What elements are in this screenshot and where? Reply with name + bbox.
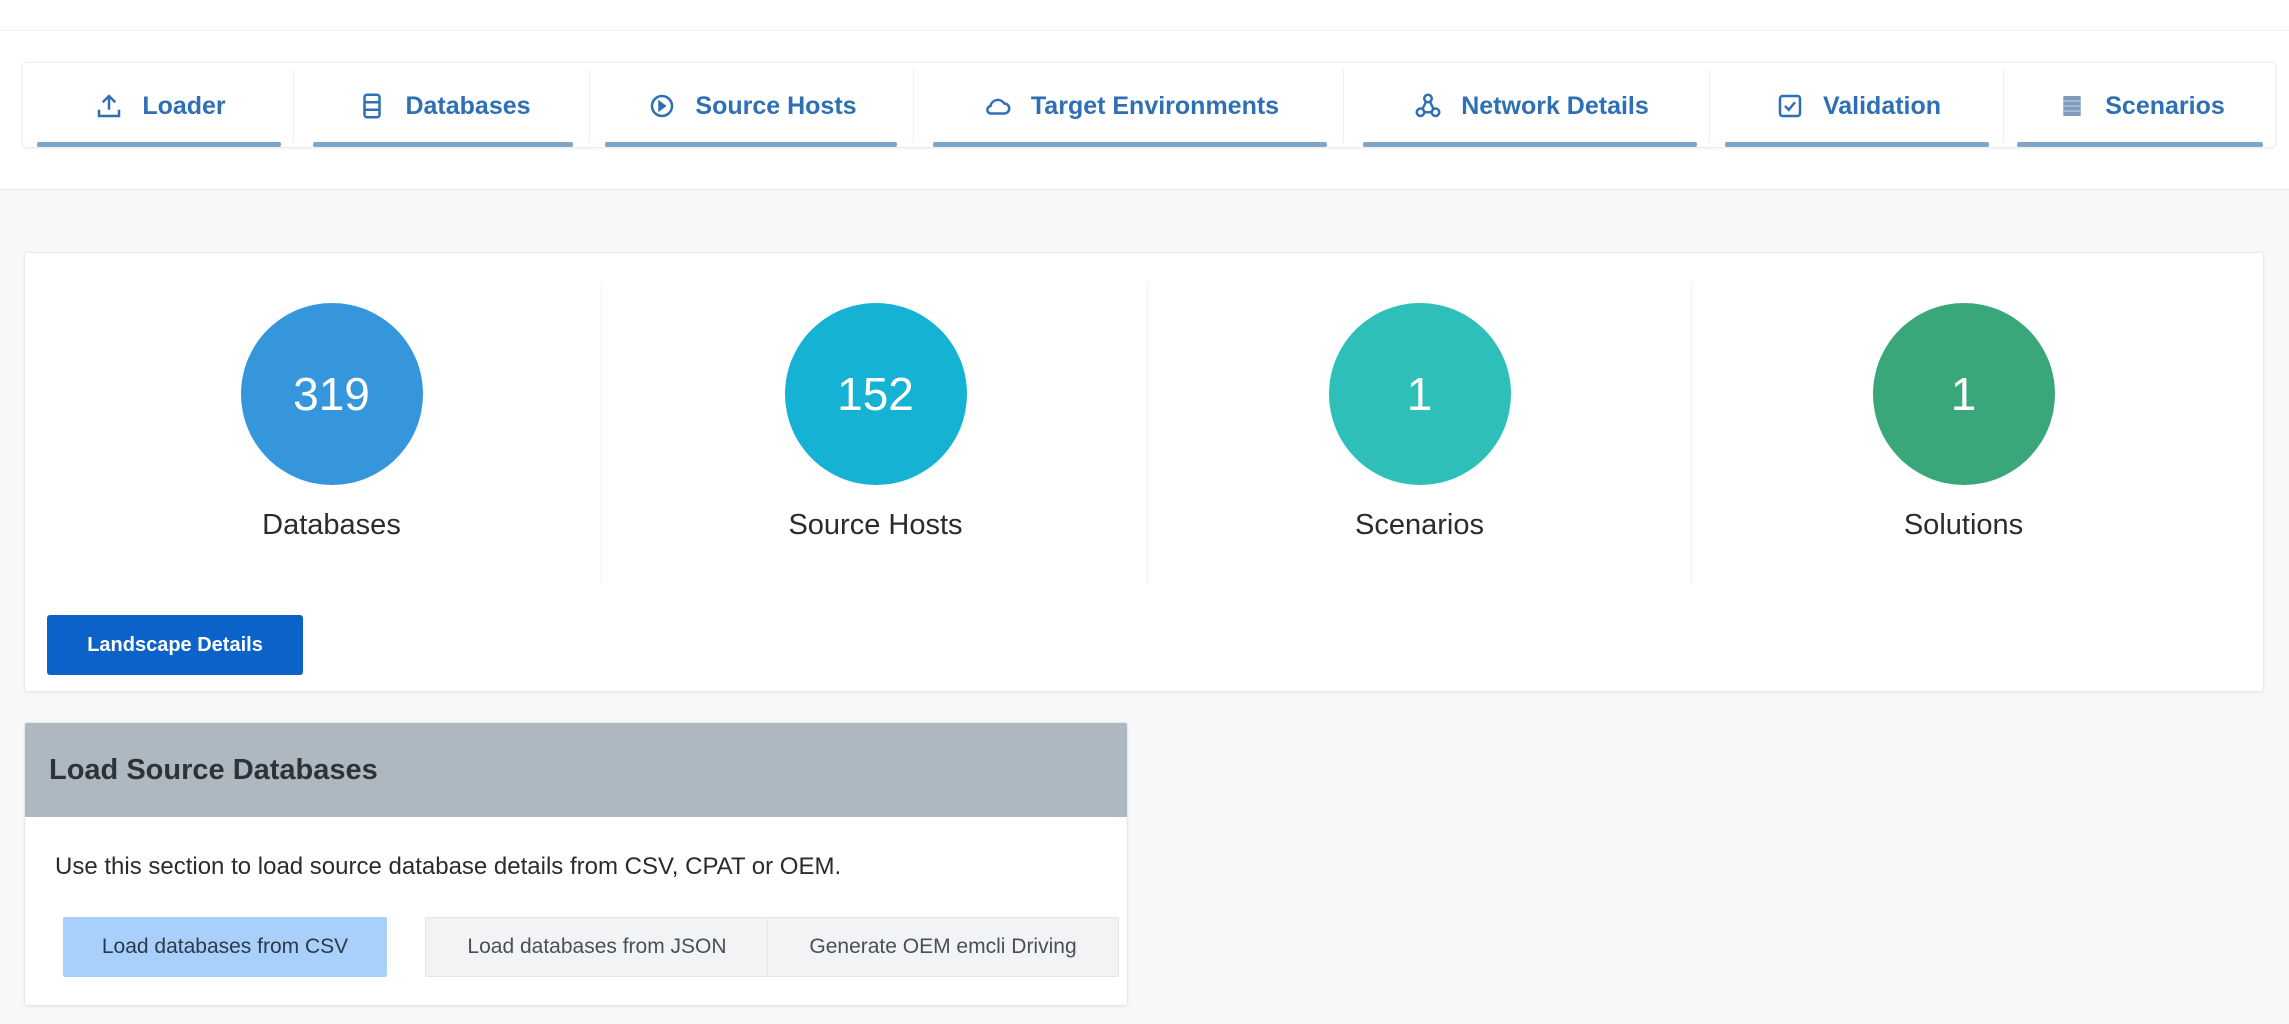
header-band: Loader Databases Source Hosts Target Env…	[0, 0, 2289, 190]
tab-label: Source Hosts	[695, 91, 857, 120]
stat-circle: 1	[1872, 303, 2055, 485]
tab-underline	[37, 142, 281, 147]
tab-separator	[589, 69, 590, 143]
list-icon	[2055, 89, 2089, 123]
tab-label: Validation	[1822, 91, 1942, 120]
tab-label: Databases	[405, 91, 531, 120]
tab-databases[interactable]: Databases	[305, 63, 581, 149]
stat-circle: 152	[784, 303, 967, 485]
tab-underline	[2017, 142, 2263, 147]
tab-underline	[605, 142, 897, 147]
landscape-details-button[interactable]: Landscape Details	[47, 615, 303, 675]
tab-underline	[1363, 142, 1697, 147]
cloud-icon	[981, 89, 1015, 123]
tab-separator	[293, 69, 294, 143]
network-icon	[1411, 89, 1445, 123]
generate-oem-emcli-button[interactable]: Generate OEM emcli Driving	[767, 917, 1119, 977]
tab-underline	[1725, 142, 1989, 147]
database-icon	[355, 89, 389, 123]
load-json-button[interactable]: Load databases from JSON	[425, 917, 769, 977]
stat-label: Solutions	[1903, 509, 2024, 541]
tab-label: Loader	[142, 91, 226, 120]
tab-separator	[1343, 69, 1344, 143]
tab-separator	[1709, 69, 1710, 143]
tab-source-hosts[interactable]: Source Hosts	[597, 63, 905, 149]
panel-description: Use this section to load source database…	[55, 853, 842, 880]
stat-label: Databases	[262, 509, 401, 541]
tab-separator	[913, 69, 914, 143]
tab-target-environments[interactable]: Target Environments	[925, 63, 1335, 149]
stat-solutions[interactable]: 1 Solutions	[1691, 303, 2236, 603]
stat-circle: 1	[1328, 303, 1511, 485]
stat-source-hosts[interactable]: 152 Source Hosts	[603, 303, 1148, 603]
tab-validation[interactable]: Validation	[1717, 63, 1997, 149]
tab-underline	[933, 142, 1327, 147]
stat-databases[interactable]: 319 Databases	[59, 303, 604, 603]
tab-underline	[313, 142, 573, 147]
landscape-summary-card: 319 Databases 152 Source Hosts 1 Scenari…	[24, 252, 2264, 692]
tab-label: Scenarios	[2105, 91, 2225, 120]
tab-loader[interactable]: Loader	[29, 63, 289, 149]
tab-network-details[interactable]: Network Details	[1355, 63, 1705, 149]
stat-circle: 319	[240, 303, 423, 485]
stat-scenarios[interactable]: 1 Scenarios	[1147, 303, 1692, 603]
tab-label: Target Environments	[1030, 91, 1280, 120]
panel-title: Load Source Databases	[25, 723, 1127, 817]
stat-label: Source Hosts	[788, 509, 963, 541]
tab-label: Network Details	[1461, 91, 1649, 120]
header-divider	[0, 30, 2289, 31]
load-csv-button[interactable]: Load databases from CSV	[63, 917, 387, 977]
stat-divider	[601, 283, 602, 583]
main-tab-bar: Loader Databases Source Hosts Target Env…	[22, 62, 2276, 148]
load-source-databases-panel: Load Source Databases Use this section t…	[24, 722, 1128, 1006]
upload-icon	[92, 89, 126, 123]
stat-label: Scenarios	[1355, 509, 1484, 541]
server-icon	[645, 89, 679, 123]
tab-scenarios[interactable]: Scenarios	[2009, 63, 2271, 149]
tab-separator	[2003, 69, 2004, 143]
checkbox-icon	[1773, 89, 1807, 123]
